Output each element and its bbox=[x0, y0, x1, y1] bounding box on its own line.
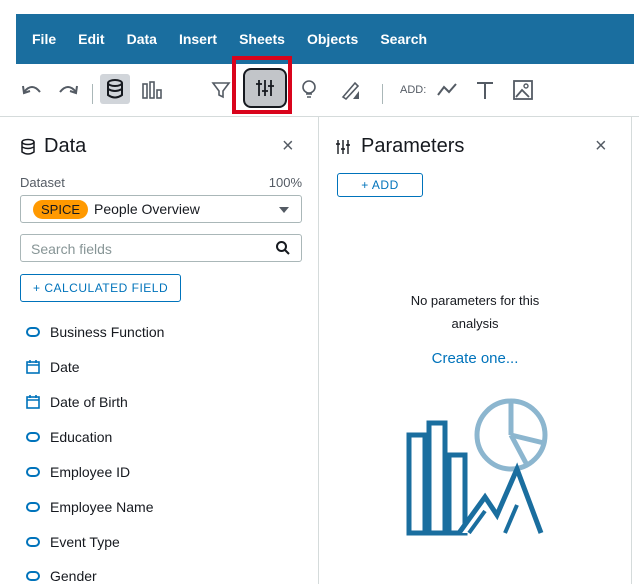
string-field-icon bbox=[26, 432, 40, 442]
search-placeholder: Search fields bbox=[31, 241, 112, 257]
dataset-name: People Overview bbox=[94, 201, 200, 217]
add-label: ADD: bbox=[400, 84, 427, 96]
field-name: Date of Birth bbox=[50, 394, 128, 410]
field-item[interactable]: Employee Name bbox=[26, 496, 154, 518]
date-field-icon bbox=[26, 360, 40, 374]
field-item[interactable]: Event Type bbox=[26, 531, 120, 553]
parameters-panel: Parameters × + ADD No parameters for thi… bbox=[319, 117, 632, 584]
empty-message-line1: No parameters for this bbox=[410, 293, 540, 308]
menu-edit[interactable]: Edit bbox=[78, 31, 104, 47]
dataset-percent: 100% bbox=[268, 175, 302, 190]
field-name: Event Type bbox=[50, 534, 120, 550]
close-icon[interactable]: × bbox=[282, 135, 294, 158]
dataset-icon[interactable] bbox=[100, 74, 130, 104]
empty-message-line2: analysis bbox=[451, 316, 499, 331]
dataset-label: Dataset bbox=[20, 175, 65, 190]
menu-bar-strip: File Edit Data Insert Sheets Objects Sea… bbox=[16, 14, 634, 64]
string-field-icon bbox=[26, 502, 40, 512]
undo-icon[interactable] bbox=[18, 78, 46, 102]
data-panel-title-text: Data bbox=[44, 135, 87, 157]
dataset-select[interactable]: SPICE People Overview bbox=[20, 195, 302, 223]
field-item[interactable]: Employee ID bbox=[26, 461, 130, 483]
close-icon[interactable]: × bbox=[595, 135, 607, 158]
field-name: Employee Name bbox=[50, 499, 154, 515]
field-name: Business Function bbox=[50, 324, 165, 340]
insights-icon[interactable] bbox=[298, 78, 320, 102]
data-panel: Data × Dataset 100% SPICE People Overvie… bbox=[0, 117, 319, 584]
field-name: Gender bbox=[50, 568, 97, 584]
themes-icon[interactable] bbox=[336, 78, 366, 102]
add-text-icon[interactable] bbox=[472, 78, 498, 102]
field-item[interactable]: Education bbox=[26, 426, 112, 448]
menu-sheets[interactable]: Sheets bbox=[239, 31, 285, 47]
toolbar-separator bbox=[92, 84, 93, 104]
add-line-chart-icon[interactable] bbox=[434, 78, 462, 102]
field-name: Education bbox=[50, 429, 113, 445]
menu-search[interactable]: Search bbox=[380, 31, 427, 47]
menu-bar: File Edit Data Insert Sheets Objects Sea… bbox=[0, 0, 639, 64]
add-parameter-button[interactable]: + ADD bbox=[337, 173, 423, 197]
parameters-icon bbox=[336, 139, 350, 154]
menu-insert[interactable]: Insert bbox=[179, 31, 217, 47]
parameters-panel-title: Parameters bbox=[335, 135, 464, 158]
visuals-icon[interactable] bbox=[138, 78, 166, 102]
field-name: Date bbox=[50, 359, 80, 375]
menu-file[interactable]: File bbox=[32, 31, 56, 47]
add-image-icon[interactable] bbox=[510, 78, 536, 102]
chevron-down-icon bbox=[279, 207, 289, 213]
toolbar: ADD: bbox=[0, 64, 639, 117]
date-field-icon bbox=[26, 395, 40, 409]
menu-data[interactable]: Data bbox=[127, 31, 157, 47]
menu-objects[interactable]: Objects bbox=[307, 31, 358, 47]
search-icon bbox=[276, 241, 290, 255]
parameters-panel-title-text: Parameters bbox=[361, 135, 465, 157]
field-item[interactable]: Date bbox=[26, 356, 80, 378]
search-fields-input[interactable]: Search fields bbox=[20, 234, 302, 262]
empty-parameters-illustration bbox=[406, 398, 548, 536]
field-item[interactable]: Date of Birth bbox=[26, 391, 128, 413]
string-field-icon bbox=[26, 537, 40, 547]
redo-icon[interactable] bbox=[54, 78, 82, 102]
spice-badge: SPICE bbox=[33, 199, 89, 219]
data-panel-title: Data bbox=[20, 135, 86, 158]
string-field-icon bbox=[26, 571, 40, 581]
dataset-icon bbox=[21, 138, 35, 155]
field-item[interactable]: Business Function bbox=[26, 321, 164, 343]
field-name: Employee ID bbox=[50, 464, 131, 480]
string-field-icon bbox=[26, 467, 40, 477]
filter-icon[interactable] bbox=[210, 78, 232, 102]
toolbar-separator bbox=[382, 84, 383, 104]
string-field-icon bbox=[26, 327, 40, 337]
create-parameter-link[interactable]: Create one... bbox=[319, 350, 631, 367]
calculated-field-button[interactable]: + CALCULATED FIELD bbox=[20, 274, 182, 302]
highlight-box bbox=[232, 56, 292, 114]
